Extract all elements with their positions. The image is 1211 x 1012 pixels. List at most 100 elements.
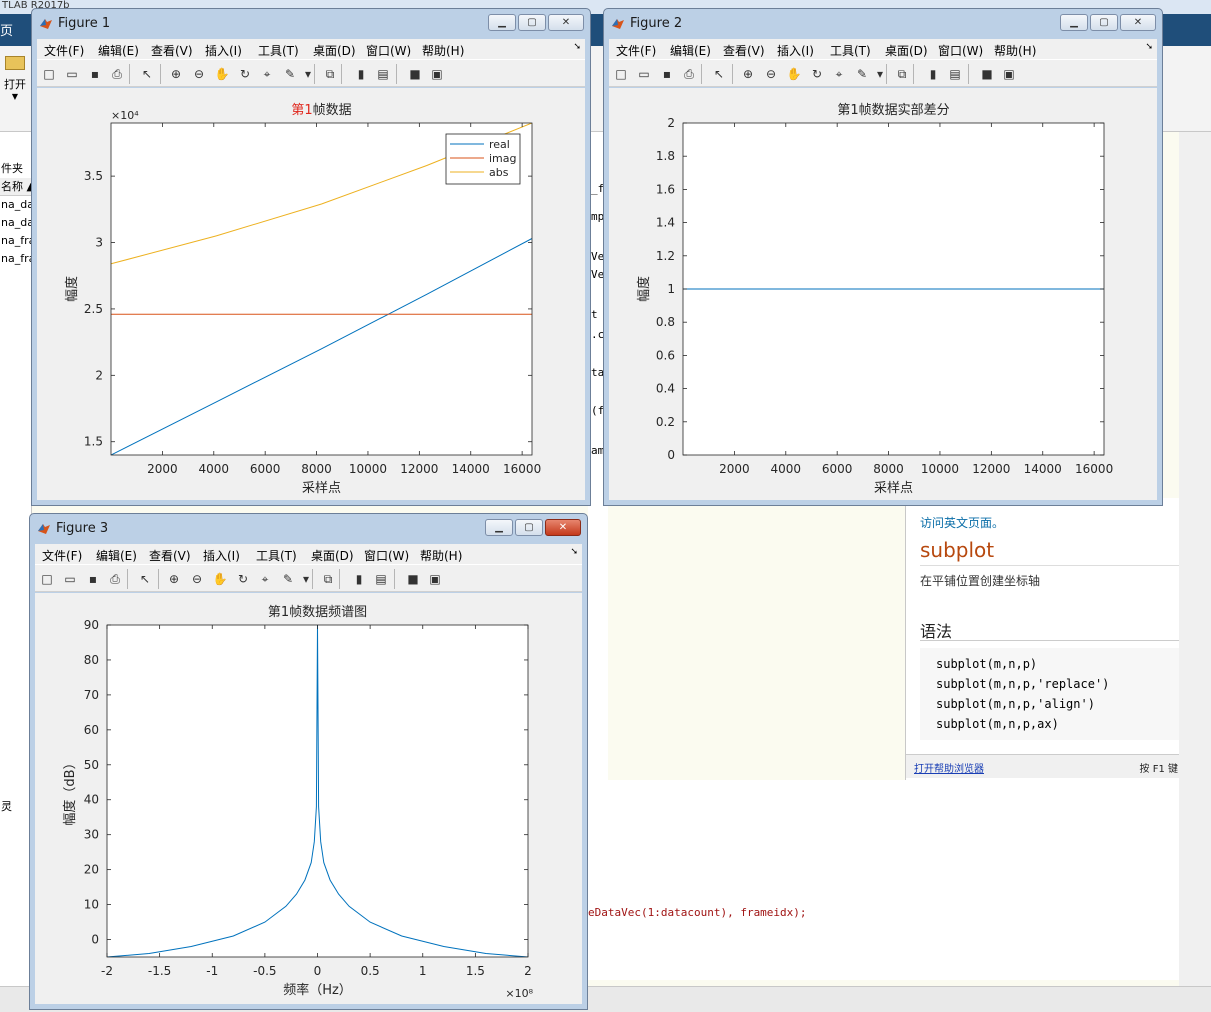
- menu-item[interactable]: 插入(I): [205, 42, 242, 59]
- show-plot-tools-icon[interactable]: ▣: [1001, 66, 1017, 82]
- menu-item[interactable]: 帮助(H): [422, 42, 464, 59]
- rotate-icon[interactable]: ↻: [809, 66, 825, 82]
- new-figure-icon[interactable]: □: [613, 66, 629, 82]
- zoom-in-icon[interactable]: ⊕: [166, 571, 182, 587]
- zoom-out-icon[interactable]: ⊖: [763, 66, 779, 82]
- command-window[interactable]: eDataVec(1:datacount), frameidx);: [588, 780, 1179, 980]
- menu-item[interactable]: 查看(V): [151, 42, 193, 59]
- menu-item[interactable]: 工具(T): [256, 547, 297, 564]
- link-icon[interactable]: ⧉: [320, 571, 336, 587]
- show-plot-tools-icon[interactable]: ▣: [427, 571, 443, 587]
- minimize-button[interactable]: ▁: [488, 14, 516, 31]
- zoom-out-icon[interactable]: ⊖: [189, 571, 205, 587]
- zoom-in-icon[interactable]: ⊕: [740, 66, 756, 82]
- column-header-name[interactable]: 名称 ▲: [0, 178, 31, 196]
- menu-item[interactable]: 编辑(E): [96, 547, 137, 564]
- tab-home[interactable]: 页: [0, 20, 13, 39]
- file-item[interactable]: na_fra: [0, 232, 31, 250]
- menu-item[interactable]: 桌面(D): [311, 547, 354, 564]
- zoom-in-icon[interactable]: ⊕: [168, 66, 184, 82]
- menu-item[interactable]: 工具(T): [258, 42, 299, 59]
- new-figure-icon[interactable]: □: [41, 66, 57, 82]
- maximize-button[interactable]: ▢: [518, 14, 546, 31]
- legend-icon[interactable]: ▤: [947, 66, 963, 82]
- open-file-icon[interactable]: ▭: [64, 66, 80, 82]
- window-titlebar[interactable]: Figure 2 ▁ ▢ ✕: [604, 9, 1162, 39]
- close-button[interactable]: ✕: [1120, 14, 1156, 31]
- menu-item[interactable]: 文件(F): [42, 547, 82, 564]
- figure-window-2[interactable]: Figure 2 ▁ ▢ ✕ 文件(F) 编辑(E) 查看(V) 插入(I) 工具(T)…: [603, 8, 1163, 506]
- link-icon[interactable]: ⧉: [894, 66, 910, 82]
- brush-icon[interactable]: ✎: [280, 571, 296, 587]
- file-item[interactable]: na_fra: [0, 250, 31, 268]
- data-cursor-icon[interactable]: ⌖: [259, 66, 275, 82]
- print-icon[interactable]: ⎙: [681, 66, 697, 82]
- pointer-icon[interactable]: ↖: [711, 66, 727, 82]
- open-button[interactable]: 打开 ▼: [0, 56, 30, 116]
- menu-item[interactable]: 工具(T): [830, 42, 871, 59]
- rotate-icon[interactable]: ↻: [237, 66, 253, 82]
- colorbar-icon[interactable]: ▮: [351, 571, 367, 587]
- menu-item[interactable]: 文件(F): [44, 42, 84, 59]
- colorbar-icon[interactable]: ▮: [925, 66, 941, 82]
- brush-icon[interactable]: ✎: [854, 66, 870, 82]
- new-figure-icon[interactable]: □: [39, 571, 55, 587]
- link-icon[interactable]: ⧉: [322, 66, 338, 82]
- open-file-icon[interactable]: ▭: [62, 571, 78, 587]
- print-icon[interactable]: ⎙: [107, 571, 123, 587]
- pan-icon[interactable]: ✋: [212, 571, 228, 587]
- menu-overflow-icon[interactable]: ➘: [570, 547, 578, 557]
- menu-item[interactable]: 窗口(W): [364, 547, 409, 564]
- pointer-icon[interactable]: ↖: [139, 66, 155, 82]
- file-item[interactable]: na_da: [0, 214, 31, 232]
- english-page-link[interactable]: 访问英文页面。: [920, 514, 1004, 531]
- figure-window-3[interactable]: Figure 3 ▁ ▢ ✕ 文件(F) 编辑(E) 查看(V) 插入(I) 工具(T)…: [29, 513, 588, 1010]
- legend-icon[interactable]: ▤: [373, 571, 389, 587]
- menu-item[interactable]: 窗口(W): [938, 42, 983, 59]
- menu-item[interactable]: 帮助(H): [420, 547, 462, 564]
- pan-icon[interactable]: ✋: [214, 66, 230, 82]
- data-cursor-icon[interactable]: ⌖: [257, 571, 273, 587]
- maximize-button[interactable]: ▢: [515, 519, 543, 536]
- hide-plot-tools-icon[interactable]: ■: [979, 66, 995, 82]
- menu-overflow-icon[interactable]: ➘: [573, 42, 581, 52]
- menu-item[interactable]: 编辑(E): [670, 42, 711, 59]
- maximize-button[interactable]: ▢: [1090, 14, 1118, 31]
- menu-item[interactable]: 桌面(D): [313, 42, 356, 59]
- window-titlebar[interactable]: Figure 3 ▁ ▢ ✕: [30, 514, 587, 544]
- menu-item[interactable]: 桌面(D): [885, 42, 928, 59]
- print-icon[interactable]: ⎙: [109, 66, 125, 82]
- menu-item[interactable]: 文件(F): [616, 42, 656, 59]
- menu-item[interactable]: 查看(V): [723, 42, 765, 59]
- pointer-icon[interactable]: ↖: [137, 571, 153, 587]
- window-titlebar[interactable]: Figure 1 ▁ ▢ ✕: [32, 9, 590, 39]
- hide-plot-tools-icon[interactable]: ■: [407, 66, 423, 82]
- data-cursor-icon[interactable]: ⌖: [831, 66, 847, 82]
- minimize-button[interactable]: ▁: [1060, 14, 1088, 31]
- pan-icon[interactable]: ✋: [786, 66, 802, 82]
- close-button[interactable]: ✕: [545, 519, 581, 536]
- menu-item[interactable]: 插入(I): [777, 42, 814, 59]
- menu-item[interactable]: 窗口(W): [366, 42, 411, 59]
- brush-icon[interactable]: ✎: [282, 66, 298, 82]
- menu-overflow-icon[interactable]: ➘: [1145, 42, 1153, 52]
- show-plot-tools-icon[interactable]: ▣: [429, 66, 445, 82]
- menu-item[interactable]: 帮助(H): [994, 42, 1036, 59]
- file-item[interactable]: na_da: [0, 196, 31, 214]
- menu-item[interactable]: 插入(I): [203, 547, 240, 564]
- save-icon[interactable]: ▪: [87, 66, 103, 82]
- menu-item[interactable]: 查看(V): [149, 547, 191, 564]
- colorbar-icon[interactable]: ▮: [353, 66, 369, 82]
- hide-plot-tools-icon[interactable]: ■: [405, 571, 421, 587]
- rotate-icon[interactable]: ↻: [235, 571, 251, 587]
- open-file-icon[interactable]: ▭: [636, 66, 652, 82]
- zoom-out-icon[interactable]: ⊖: [191, 66, 207, 82]
- figure-window-1[interactable]: Figure 1 ▁ ▢ ✕ 文件(F) 编辑(E) 查看(V) 插入(I) 工具(T)…: [31, 8, 591, 506]
- save-icon[interactable]: ▪: [85, 571, 101, 587]
- minimize-button[interactable]: ▁: [485, 519, 513, 536]
- legend-icon[interactable]: ▤: [375, 66, 391, 82]
- close-button[interactable]: ✕: [548, 14, 584, 31]
- menu-item[interactable]: 编辑(E): [98, 42, 139, 59]
- open-help-browser-link[interactable]: 打开帮助浏览器: [914, 760, 984, 775]
- save-icon[interactable]: ▪: [659, 66, 675, 82]
